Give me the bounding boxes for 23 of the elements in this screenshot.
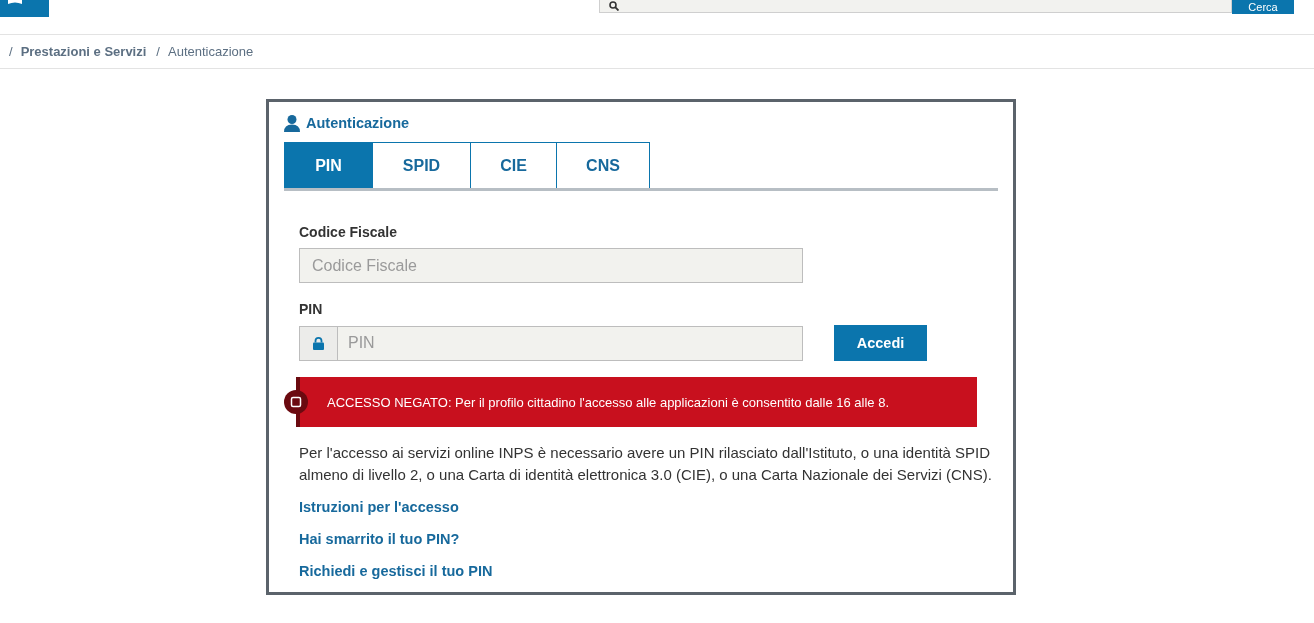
field-label: PIN bbox=[299, 300, 323, 319]
text-field[interactable]: Codice Fiscale bbox=[299, 248, 803, 283]
breadcrumb-current-page: Autenticazione bbox=[168, 44, 254, 59]
help-link[interactable]: Hai smarrito il tuo PIN? bbox=[299, 529, 460, 549]
field-label: Codice Fiscale bbox=[299, 223, 398, 242]
search-field[interactable] bbox=[599, 0, 1232, 13]
help-link[interactable]: Richiedi e gestisci il tuo PIN bbox=[299, 561, 493, 581]
alert-message: ACCESSO NEGATO: Per il profilo cittadino l'accesso alle applicazioni è consentito dalle 16 alle 8. bbox=[327, 394, 889, 410]
search-icon bbox=[609, 1, 619, 11]
breadcrumb-separator: / bbox=[156, 44, 160, 59]
breadcrumb-separator: / bbox=[9, 44, 13, 59]
info-paragraph: Per l'accesso ai servizi online INPS è necessario avere un PIN rilasciato dall'Istituto, o una identità SPID almeno di livello 2, o una Carta di identità elettronica 3.0 (CIE), o una Carta Nazionale dei Servizi (CNS). bbox=[299, 443, 993, 485]
user-icon bbox=[284, 114, 300, 132]
pin-field[interactable]: PIN bbox=[338, 325, 803, 361]
login-button[interactable]: Accedi bbox=[834, 325, 927, 361]
logo-icon[interactable] bbox=[0, 0, 49, 17]
login-tab[interactable]: PIN bbox=[284, 142, 373, 188]
help-link[interactable]: Istruzioni per l'accesso bbox=[299, 497, 459, 517]
lock-icon bbox=[299, 325, 338, 361]
search-button[interactable]: Cerca bbox=[1232, 0, 1294, 14]
panel-title: Autenticazione bbox=[306, 115, 410, 131]
login-tab[interactable]: CNS bbox=[556, 142, 650, 188]
breadcrumb-link[interactable]: Prestazioni e Servizi bbox=[20, 44, 147, 59]
